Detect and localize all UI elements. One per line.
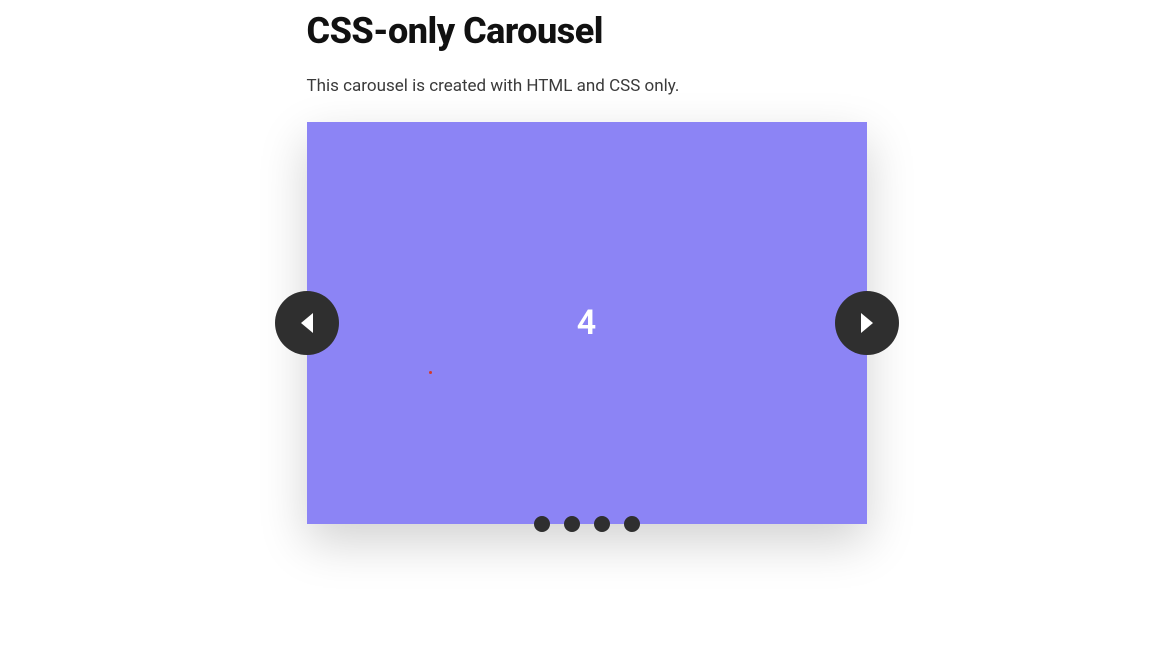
carousel-prev-button[interactable] [275, 291, 339, 355]
carousel-dot-4[interactable] [624, 516, 640, 532]
carousel-dot-1[interactable] [534, 516, 550, 532]
chevron-right-icon [857, 311, 877, 335]
page-description: This carousel is created with HTML and C… [307, 76, 867, 96]
carousel-dot-2[interactable] [564, 516, 580, 532]
chevron-left-icon [297, 311, 317, 335]
carousel-next-button[interactable] [835, 291, 899, 355]
carousel: 4 [307, 122, 867, 524]
slide-number: 4 [577, 303, 596, 343]
carousel-slide: 4 [307, 122, 867, 524]
carousel-dot-3[interactable] [594, 516, 610, 532]
carousel-dots [307, 516, 867, 532]
page-title: CSS-only Carousel [307, 10, 867, 52]
